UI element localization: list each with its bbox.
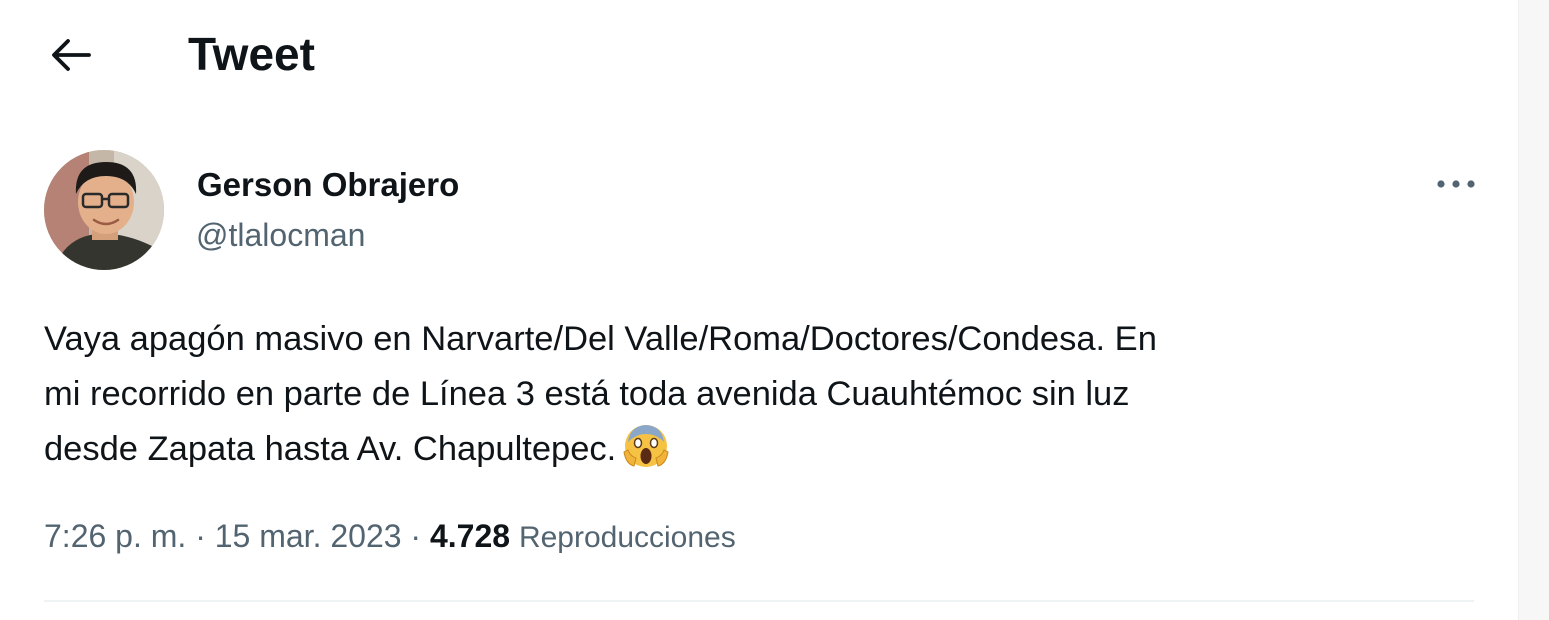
- screaming-face-emoji: [623, 425, 669, 467]
- arrow-left-icon: [52, 39, 91, 71]
- tweet-text-line-last: desde Zapata hasta Av. Chapultepec.: [44, 422, 1484, 477]
- tweet-page: Tweet Gerson Obrajero @tlalocman Vaya ap…: [0, 0, 1549, 620]
- avatar[interactable]: [44, 150, 164, 270]
- scrollbar-track[interactable]: [1518, 0, 1549, 620]
- tweet-text-line: desde Zapata hasta Av. Chapultepec.: [44, 430, 617, 468]
- tweet-time[interactable]: 7:26 p. m.: [44, 518, 186, 554]
- back-button[interactable]: [44, 28, 98, 82]
- meta-separator: ·: [410, 518, 422, 554]
- views-label: Reproducciones: [518, 521, 736, 554]
- views-count: 4.728: [429, 518, 511, 554]
- tweet-metadata: 7:26 p. m. · 15 mar. 2023 · 4.728 Reprod…: [44, 512, 736, 562]
- divider: [44, 600, 1474, 602]
- author-handle[interactable]: @tlalocman: [196, 214, 365, 256]
- page-header: Tweet: [0, 0, 1519, 110]
- page-title: Tweet: [188, 28, 315, 80]
- tweet-date[interactable]: 15 mar. 2023: [215, 518, 402, 554]
- more-options-button[interactable]: [1428, 162, 1484, 206]
- author-name[interactable]: Gerson Obrajero: [197, 164, 459, 206]
- more-horizontal-icon: [1437, 180, 1475, 188]
- tweet-text-line: Vaya apagón masivo en Narvarte/Del Valle…: [44, 320, 1157, 358]
- meta-separator: ·: [195, 518, 206, 554]
- tweet-text-line: mi recorrido en parte de Línea 3 está to…: [44, 375, 1130, 413]
- tweet-text: Vaya apagón masivo en Narvarte/Del Valle…: [44, 312, 1484, 477]
